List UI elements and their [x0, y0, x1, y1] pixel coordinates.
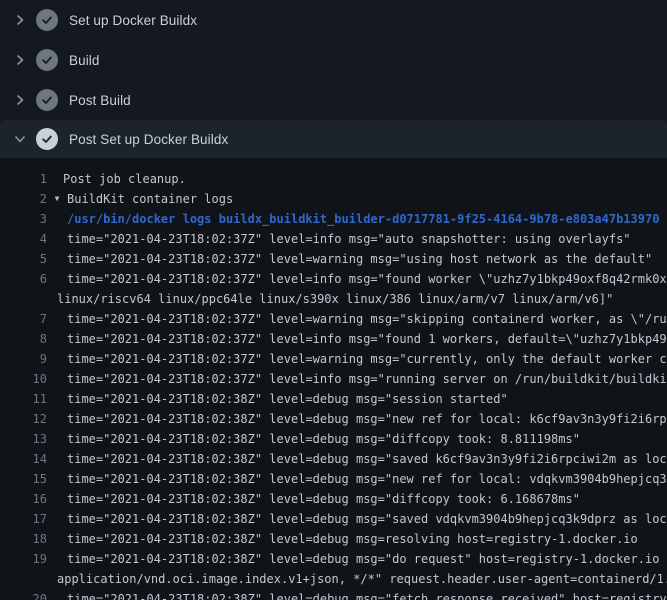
line-text: Post job cleanup. — [63, 169, 186, 189]
line-number[interactable] — [0, 569, 47, 589]
log-line: linux/riscv64 linux/ppc64le linux/s390x … — [0, 289, 667, 309]
line-number[interactable]: 16 — [0, 489, 47, 509]
line-number[interactable]: 15 — [0, 469, 47, 489]
log-line: 18 time="2021-04-23T18:02:38Z" level=deb… — [0, 529, 667, 549]
chevron-down-icon — [12, 131, 28, 147]
log-line: 11 time="2021-04-23T18:02:38Z" level=deb… — [0, 389, 667, 409]
job-steps-list: Set up Docker Buildx Build Post Build Po… — [0, 0, 667, 158]
line-text: time="2021-04-23T18:02:37Z" level=warnin… — [67, 309, 667, 329]
line-text: linux/riscv64 linux/ppc64le linux/s390x … — [57, 289, 613, 309]
line-number[interactable]: 17 — [0, 509, 47, 529]
log-line: 15 time="2021-04-23T18:02:38Z" level=deb… — [0, 469, 667, 489]
chevron-right-icon — [12, 12, 28, 28]
line-number[interactable]: 18 — [0, 529, 47, 549]
group-toggle-icon[interactable]: ▼ — [52, 189, 62, 209]
log-line: 20 time="2021-04-23T18:02:38Z" level=deb… — [0, 589, 667, 600]
line-text: time="2021-04-23T18:02:37Z" level=warnin… — [67, 349, 667, 369]
line-number[interactable]: 11 — [0, 389, 47, 409]
line-number[interactable]: 13 — [0, 429, 47, 449]
line-number[interactable] — [0, 289, 47, 309]
step-header-post-build[interactable]: Post Build — [0, 80, 667, 120]
log-line: 13 time="2021-04-23T18:02:38Z" level=deb… — [0, 429, 667, 449]
line-text: time="2021-04-23T18:02:38Z" level=debug … — [67, 409, 667, 429]
line-number[interactable]: 8 — [0, 329, 47, 349]
log-line: 8 time="2021-04-23T18:02:37Z" level=info… — [0, 329, 667, 349]
chevron-right-icon — [12, 92, 28, 108]
log-line: 17 time="2021-04-23T18:02:38Z" level=deb… — [0, 509, 667, 529]
line-text: time="2021-04-23T18:02:38Z" level=debug … — [67, 449, 667, 469]
line-number[interactable]: 6 — [0, 269, 47, 289]
log-line: 3 /usr/bin/docker logs buildx_buildkit_b… — [0, 209, 667, 229]
step-header-build[interactable]: Build — [0, 40, 667, 80]
step-label: Set up Docker Buildx — [69, 13, 197, 28]
log-line: 2 ▼ BuildKit container logs — [0, 189, 667, 209]
line-number[interactable]: 1 — [0, 169, 47, 189]
log-line: 9 time="2021-04-23T18:02:37Z" level=warn… — [0, 349, 667, 369]
check-circle-icon — [36, 9, 58, 31]
log-line: 1 Post job cleanup. — [0, 169, 667, 189]
line-text: time="2021-04-23T18:02:37Z" level=info m… — [67, 369, 667, 389]
chevron-right-icon — [12, 52, 28, 68]
line-text: application/vnd.oci.image.index.v1+json,… — [57, 569, 667, 589]
log-line: 14 time="2021-04-23T18:02:38Z" level=deb… — [0, 449, 667, 469]
line-number[interactable]: 12 — [0, 409, 47, 429]
log-line: 4 time="2021-04-23T18:02:37Z" level=info… — [0, 229, 667, 249]
log-line: 6 time="2021-04-23T18:02:37Z" level=info… — [0, 269, 667, 289]
line-number[interactable]: 9 — [0, 349, 47, 369]
line-number[interactable]: 19 — [0, 549, 47, 569]
line-text: time="2021-04-23T18:02:37Z" level=info m… — [67, 329, 667, 349]
step-header-set-up-docker-buildx[interactable]: Set up Docker Buildx — [0, 0, 667, 40]
line-text: time="2021-04-23T18:02:38Z" level=debug … — [67, 469, 667, 489]
log-line: 7 time="2021-04-23T18:02:37Z" level=warn… — [0, 309, 667, 329]
log-line: 19 time="2021-04-23T18:02:38Z" level=deb… — [0, 549, 667, 569]
log-lines: 1 Post job cleanup. 2 ▼ BuildKit contain… — [0, 169, 667, 600]
line-text: BuildKit container logs — [67, 189, 233, 209]
line-text: time="2021-04-23T18:02:38Z" level=debug … — [67, 429, 580, 449]
step-header-post-set-up-docker-buildx[interactable]: Post Set up Docker Buildx — [0, 120, 667, 158]
line-text: time="2021-04-23T18:02:38Z" level=debug … — [67, 509, 667, 529]
step-label: Post Build — [69, 93, 131, 108]
line-text: time="2021-04-23T18:02:37Z" level=warnin… — [67, 249, 652, 269]
line-number[interactable]: 5 — [0, 249, 47, 269]
check-circle-icon — [36, 89, 58, 111]
line-number[interactable]: 2 — [0, 189, 47, 209]
step-label: Build — [69, 53, 100, 68]
line-text: /usr/bin/docker logs buildx_buildkit_bui… — [67, 209, 659, 229]
check-circle-icon — [36, 49, 58, 71]
line-number[interactable]: 14 — [0, 449, 47, 469]
line-number[interactable]: 10 — [0, 369, 47, 389]
line-text: time="2021-04-23T18:02:37Z" level=info m… — [67, 229, 631, 249]
line-number[interactable]: 3 — [0, 209, 47, 229]
log-line: 16 time="2021-04-23T18:02:38Z" level=deb… — [0, 489, 667, 509]
log-viewer: 1 Post job cleanup. 2 ▼ BuildKit contain… — [0, 158, 667, 600]
line-text: time="2021-04-23T18:02:38Z" level=debug … — [67, 589, 667, 600]
line-number[interactable]: 7 — [0, 309, 47, 329]
line-text: time="2021-04-23T18:02:38Z" level=debug … — [67, 549, 667, 569]
line-text: time="2021-04-23T18:02:38Z" level=debug … — [67, 489, 580, 509]
line-text: time="2021-04-23T18:02:38Z" level=debug … — [67, 389, 508, 409]
line-number[interactable]: 4 — [0, 229, 47, 249]
line-text: time="2021-04-23T18:02:38Z" level=debug … — [67, 529, 638, 549]
line-number[interactable]: 20 — [0, 589, 47, 600]
check-circle-icon — [36, 128, 58, 150]
log-line: 10 time="2021-04-23T18:02:37Z" level=inf… — [0, 369, 667, 389]
step-label: Post Set up Docker Buildx — [69, 132, 228, 147]
log-line: 12 time="2021-04-23T18:02:38Z" level=deb… — [0, 409, 667, 429]
log-line: application/vnd.oci.image.index.v1+json,… — [0, 569, 667, 589]
log-line: 5 time="2021-04-23T18:02:37Z" level=warn… — [0, 249, 667, 269]
line-text: time="2021-04-23T18:02:37Z" level=info m… — [67, 269, 667, 289]
